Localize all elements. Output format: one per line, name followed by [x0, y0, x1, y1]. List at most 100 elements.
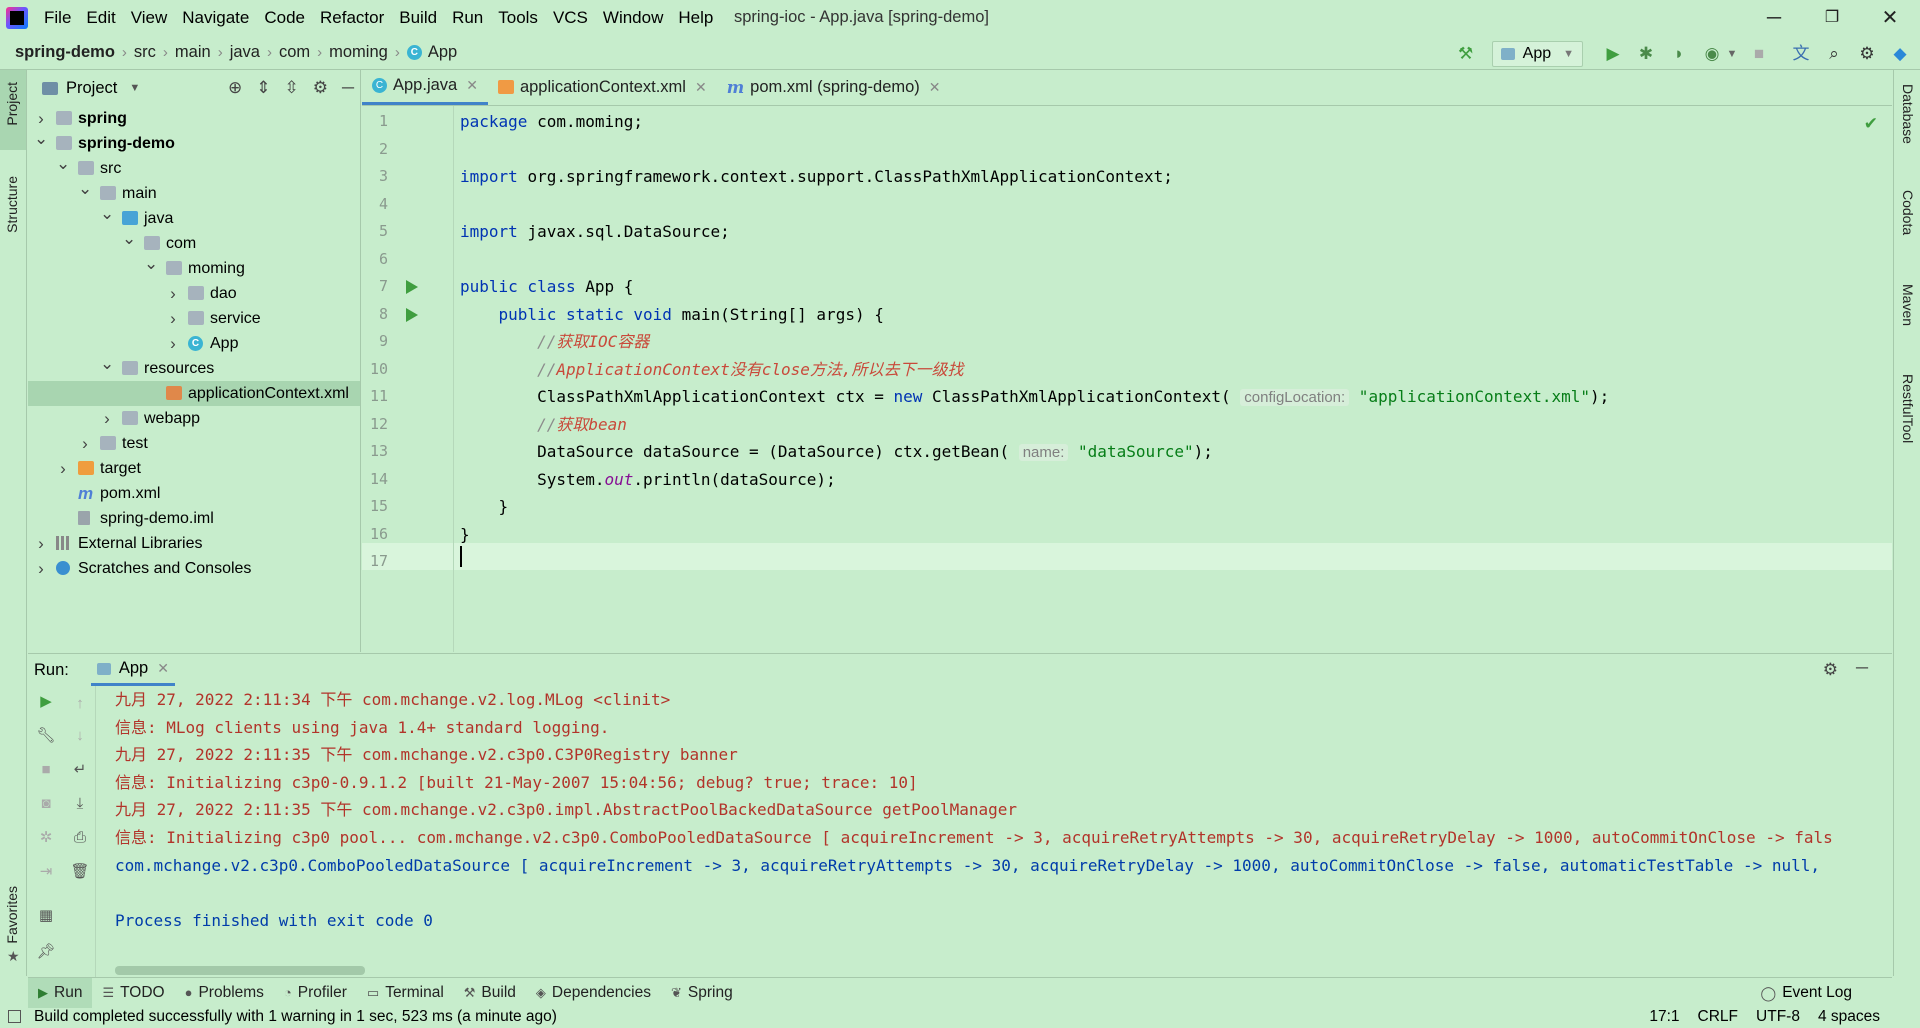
tree-expand-chevron-icon[interactable]: › [34, 531, 48, 556]
tab-database[interactable]: Database [1898, 80, 1918, 148]
arrow-up-icon[interactable]: ↑ [70, 694, 90, 714]
print-icon[interactable]: ⎙ [70, 828, 90, 848]
tree-item[interactable]: ⌄ com [28, 229, 360, 256]
gutter-run-icon[interactable] [406, 280, 418, 294]
tree-expand-chevron-icon[interactable]: ⌄ [144, 251, 158, 276]
tree-expand-chevron-icon[interactable]: › [56, 456, 70, 481]
layout-icon[interactable]: ▦ [36, 906, 56, 926]
tree-item[interactable]: applicationContext.xml [28, 381, 360, 406]
menu-edit[interactable]: Edit [86, 8, 115, 28]
stop-icon[interactable]: ■ [36, 760, 56, 780]
menu-help[interactable]: Help [678, 8, 713, 28]
gear-icon[interactable]: ⚙ [1855, 42, 1879, 66]
event-log-button[interactable]: ◯ Event Log [1761, 978, 1852, 1008]
tab-codota[interactable]: Codota [1898, 186, 1918, 239]
tree-expand-chevron-icon[interactable]: › [100, 406, 114, 431]
minimize-button[interactable]: ─ [1762, 6, 1786, 30]
run-config-select[interactable]: App ▼ [1491, 41, 1583, 67]
locate-target-icon[interactable]: ⊕ [228, 78, 242, 98]
hide-panel-icon[interactable]: ─ [342, 78, 354, 98]
tree-item[interactable]: m pom.xml [28, 481, 360, 506]
breadcrumb-item[interactable]: java [230, 43, 260, 62]
line-separator[interactable]: CRLF [1698, 1008, 1738, 1026]
tree-expand-chevron-icon[interactable]: › [78, 431, 92, 456]
project-panel-title[interactable]: Project [66, 79, 117, 98]
tree-item[interactable]: › spring [28, 106, 360, 131]
tree-item[interactable]: › target [28, 456, 360, 481]
menu-code[interactable]: Code [264, 8, 305, 28]
pin-icon[interactable]: 📌︎ [36, 942, 56, 962]
chevron-down-icon[interactable]: ▼ [129, 82, 140, 94]
restore-button[interactable]: ❐ [1820, 6, 1844, 30]
plugin-logo-icon[interactable]: ◆ [1888, 42, 1912, 66]
menu-vcs[interactable]: VCS [553, 8, 588, 28]
breadcrumb-item[interactable]: App [428, 43, 457, 62]
close-tab-icon[interactable]: ✕ [157, 660, 169, 677]
tree-expand-chevron-icon[interactable]: › [166, 306, 180, 331]
tree-item[interactable]: › service [28, 306, 360, 331]
tree-item[interactable]: ⌄ main [28, 179, 360, 206]
tree-item[interactable]: › C App [28, 331, 360, 356]
menu-tools[interactable]: Tools [498, 8, 538, 28]
tree-item[interactable]: spring-demo.iml [28, 506, 360, 531]
close-tab-icon[interactable]: ✕ [466, 77, 478, 94]
trash-icon[interactable]: 🗑︎ [70, 862, 90, 882]
bottom-tab-todo[interactable]: ☰ TODO [92, 978, 174, 1008]
tree-expand-chevron-icon[interactable]: ⌄ [34, 126, 48, 151]
settings-dim-icon[interactable]: ✲ [36, 828, 56, 848]
menu-view[interactable]: View [131, 8, 168, 28]
translate-icon[interactable]: 文 [1789, 42, 1813, 66]
tree-item[interactable]: ⌄ moming [28, 254, 360, 281]
exit-icon[interactable]: ⇥ [36, 862, 56, 882]
tab-restfultool[interactable]: RestfulTool [1898, 370, 1918, 447]
close-tab-icon[interactable]: ✕ [929, 79, 941, 96]
layout-toggle-icon[interactable] [8, 1010, 21, 1023]
menu-file[interactable]: File [44, 8, 71, 28]
tree-expand-chevron-icon[interactable]: ⌄ [100, 201, 114, 226]
tab-project[interactable]: Project [2, 76, 22, 132]
gutter-run-icon[interactable] [406, 307, 418, 322]
indent-setting[interactable]: 4 spaces [1818, 1008, 1880, 1026]
bottom-tab-dependencies[interactable]: ◈ Dependencies [526, 978, 661, 1008]
bottom-tab-profiler[interactable]: ◔ Profiler [274, 978, 357, 1008]
tree-item[interactable]: ⌄ java [28, 204, 360, 231]
bottom-tab-problems[interactable]: ● Problems [175, 978, 274, 1008]
tree-item[interactable]: › dao [28, 281, 360, 306]
tree-item[interactable]: › webapp [28, 406, 360, 431]
more-run-chevron-icon[interactable]: ▼ [1726, 42, 1738, 66]
menu-refactor[interactable]: Refactor [320, 8, 384, 28]
tree-expand-chevron-icon[interactable]: ⌄ [100, 351, 114, 376]
stop-icon[interactable]: ■ [1747, 42, 1771, 66]
inspection-ok-check-icon[interactable]: ✔ [1864, 114, 1878, 134]
gear-icon[interactable]: ⚙ [1823, 660, 1838, 680]
tree-item[interactable]: › External Libraries [28, 531, 360, 556]
tree-item[interactable]: › test [28, 431, 360, 456]
tree-expand-chevron-icon[interactable]: ⌄ [122, 226, 136, 251]
debug-bug-icon[interactable]: ✱ [1634, 42, 1658, 66]
tree-item[interactable]: ⌄ resources [28, 354, 360, 381]
tree-item[interactable]: › Scratches and Consoles [28, 556, 360, 581]
hide-panel-icon[interactable]: ─ [1856, 658, 1868, 678]
tree-item[interactable]: ⌄ spring-demo [28, 129, 360, 156]
editor-tab[interactable]: m pom.xml (spring-demo) ✕ [717, 69, 951, 105]
tree-expand-chevron-icon[interactable]: › [166, 331, 180, 356]
editor-tab[interactable]: C App.java ✕ [362, 69, 488, 105]
expand-all-icon[interactable]: ⇕ [256, 78, 270, 98]
arrow-down-icon[interactable]: ↓ [70, 726, 90, 746]
tree-expand-chevron-icon[interactable]: › [34, 556, 48, 581]
code-editor[interactable]: package com.moming; import org.springfram… [460, 106, 1860, 652]
camera-icon[interactable]: ◙ [36, 794, 56, 814]
tree-expand-chevron-icon[interactable]: ⌄ [56, 151, 70, 176]
tab-favorites[interactable]: Favorites [2, 880, 22, 950]
status-message[interactable]: Build completed successfully with 1 warn… [34, 1008, 557, 1026]
tree-expand-chevron-icon[interactable]: › [166, 281, 180, 306]
breadcrumb-item[interactable]: spring-demo [15, 43, 115, 62]
bottom-tab-spring[interactable]: ❦ Spring [661, 978, 743, 1008]
collapse-all-icon[interactable]: ⇳ [284, 78, 298, 98]
tab-structure[interactable]: Structure [2, 170, 22, 239]
star-icon[interactable]: ★ [7, 948, 20, 965]
run-icon[interactable]: ▶ [1601, 42, 1625, 66]
soft-wrap-icon[interactable]: ↵ [70, 760, 90, 780]
menu-navigate[interactable]: Navigate [182, 8, 249, 28]
search-icon[interactable]: ⌕ [1822, 42, 1846, 66]
